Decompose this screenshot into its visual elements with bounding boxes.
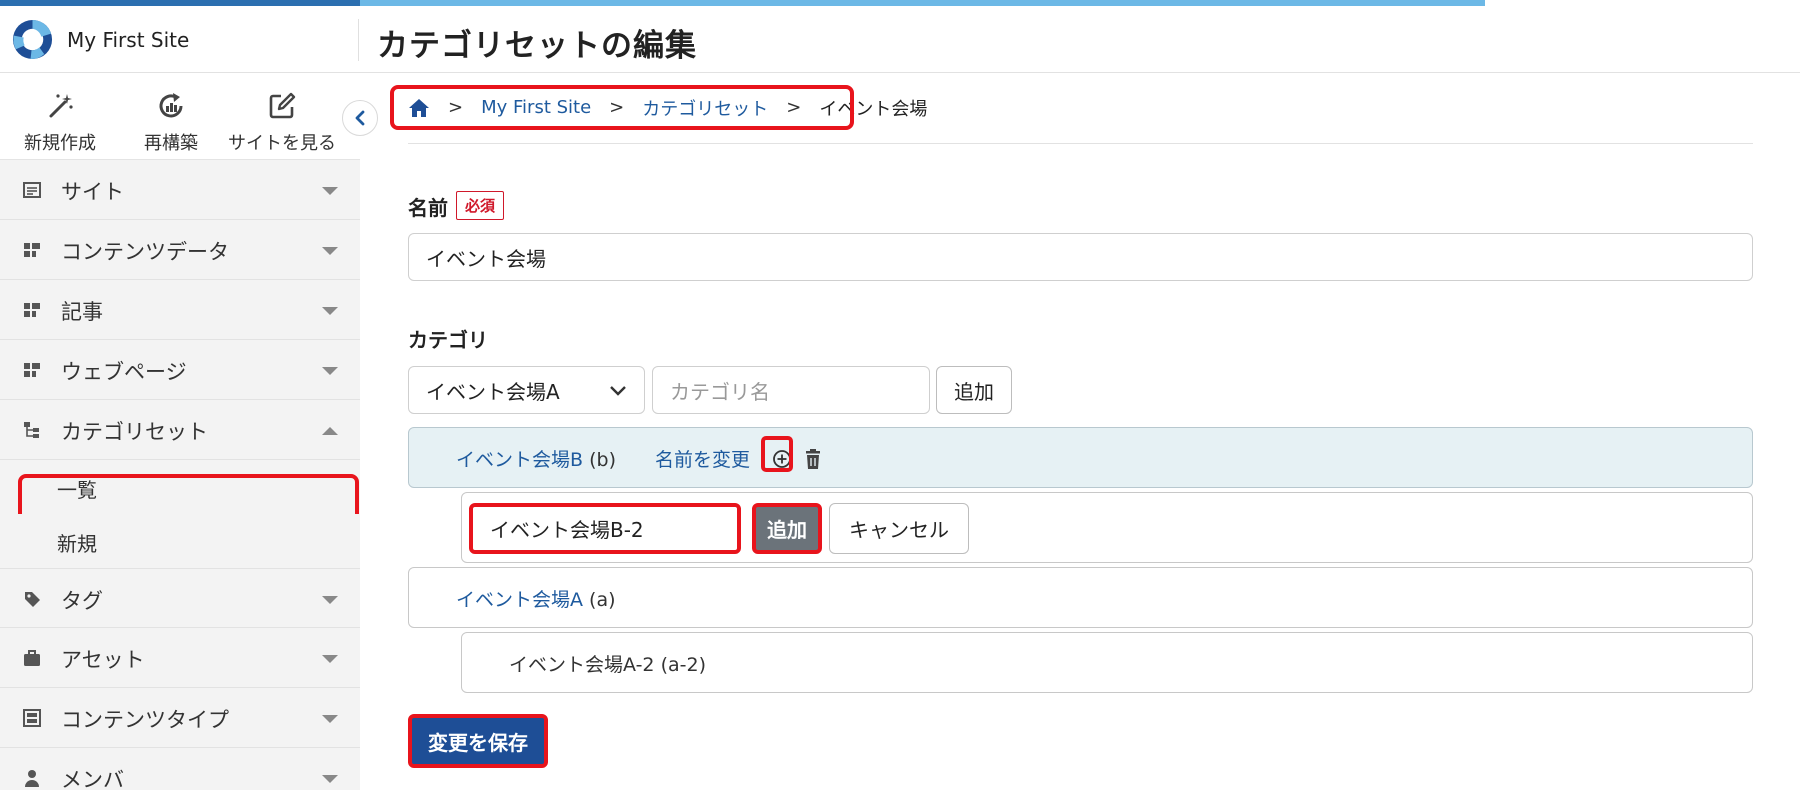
sidebar-item-tag[interactable]: タグ	[0, 568, 360, 628]
chevron-down-icon	[322, 247, 338, 255]
sidebar-item-member-label: メンバ	[61, 768, 124, 790]
chevron-down-icon	[610, 386, 626, 396]
entry-icon	[24, 303, 40, 317]
category-name-placeholder: カテゴリ名	[670, 379, 770, 404]
sidebar-item-tag-label: タグ	[61, 589, 103, 613]
content-type-icon	[23, 709, 41, 727]
category-a-link[interactable]: イベント会場A	[456, 589, 583, 611]
quick-action-new[interactable]: 新規作成	[5, 91, 115, 155]
category-a2-slug: (a-2)	[660, 654, 706, 676]
parent-category-select[interactable]: イベント会場A	[408, 366, 645, 414]
add-child-button[interactable]: 追加	[752, 503, 822, 554]
chevron-down-icon	[322, 596, 338, 604]
chevron-up-icon	[322, 427, 338, 435]
highlight-breadcrumb	[390, 85, 854, 130]
content-data-icon	[24, 243, 40, 257]
sidebar-item-webpage[interactable]: ウェブページ	[0, 340, 360, 400]
magic-wand-icon	[49, 94, 73, 118]
category-b-link[interactable]: イベント会場B	[456, 449, 583, 471]
top-progress-bar	[0, 0, 1800, 7]
header-divider	[358, 19, 359, 61]
name-input-value: イベント会場	[426, 246, 546, 271]
category-row-a2: イベント会場A-2 (a-2)	[461, 632, 1753, 693]
sidebar: 新規作成 再構築 サイトを見る サイト コンテンツデータ 記事 ウェブページ カ…	[0, 73, 360, 790]
trash-icon[interactable]	[803, 448, 823, 470]
chevron-left-icon	[355, 110, 365, 126]
quick-action-view-site-label: サイトを見る	[228, 133, 336, 154]
name-label: 名前	[408, 196, 448, 220]
chevron-down-icon	[322, 775, 338, 783]
sidebar-item-entry-label: 記事	[61, 300, 103, 324]
sidebar-item-site[interactable]: サイト	[0, 160, 360, 220]
tag-icon	[25, 592, 40, 607]
category-a2-label: イベント会場A-2	[509, 654, 655, 676]
collapse-sidebar-button[interactable]	[342, 100, 378, 136]
sidebar-item-content-type[interactable]: コンテンツタイプ	[0, 688, 360, 748]
sidebar-item-entry[interactable]: 記事	[0, 280, 360, 340]
sidebar-item-site-label: サイト	[61, 180, 124, 204]
view-site-icon	[269, 92, 296, 119]
submenu-item-new-label: 新規	[57, 532, 97, 556]
save-changes-button[interactable]: 変更を保存	[408, 714, 548, 768]
quick-action-new-label: 新規作成	[24, 133, 96, 154]
chevron-down-icon	[322, 655, 338, 663]
quick-action-rebuild[interactable]: 再構築	[116, 91, 226, 155]
chevron-down-icon	[322, 187, 338, 195]
add-category-button[interactable]: 追加	[936, 366, 1012, 414]
category-b-text: イベント会場B (b)	[456, 445, 616, 472]
header: My First Site カテゴリセットの編集	[0, 7, 1800, 73]
asset-icon	[24, 650, 40, 666]
submenu-item-new[interactable]: 新規	[0, 514, 360, 568]
quick-action-rebuild-label: 再構築	[144, 133, 198, 154]
new-child-category-input[interactable]: イベント会場B-2	[469, 503, 741, 554]
category-a-slug: (a)	[589, 589, 616, 611]
name-input[interactable]: イベント会場	[408, 233, 1753, 281]
sidebar-item-asset-label: アセット	[61, 648, 145, 672]
rebuild-icon	[159, 93, 183, 118]
progress-segment-primary	[0, 0, 360, 6]
sidebar-item-content-data[interactable]: コンテンツデータ	[0, 220, 360, 280]
divider	[408, 143, 1753, 144]
chevron-down-icon	[322, 367, 338, 375]
category-a-text: イベント会場A (a)	[456, 585, 616, 612]
sidebar-item-asset[interactable]: アセット	[0, 628, 360, 688]
chevron-down-icon	[322, 715, 338, 723]
sidebar-item-category-set[interactable]: カテゴリセット	[0, 400, 360, 460]
rename-link[interactable]: 名前を変更	[655, 449, 750, 471]
category-set-icon	[24, 422, 39, 438]
highlight-add-child	[761, 436, 793, 472]
site-icon	[23, 182, 41, 198]
sidebar-item-webpage-label: ウェブページ	[61, 360, 187, 384]
sidebar-item-category-set-label: カテゴリセット	[61, 420, 208, 444]
category-row-b: イベント会場B (b) 名前を変更	[408, 427, 1753, 488]
member-icon	[25, 770, 39, 787]
new-child-category-value: イベント会場B-2	[490, 518, 644, 542]
category-b-rename: 名前を変更	[655, 445, 750, 472]
quick-actions: 新規作成 再構築 サイトを見る	[0, 73, 360, 160]
site-name[interactable]: My First Site	[67, 28, 189, 52]
sidebar-item-member[interactable]: メンバ	[0, 748, 360, 790]
category-label: カテゴリ	[408, 328, 488, 352]
parent-category-select-value: イベント会場A	[426, 379, 560, 404]
cancel-button[interactable]: キャンセル	[829, 503, 969, 554]
sidebar-item-content-data-label: コンテンツデータ	[61, 240, 229, 264]
movable-type-logo-icon[interactable]	[11, 18, 54, 61]
required-badge: 必須	[456, 191, 505, 220]
sidebar-item-content-type-label: コンテンツタイプ	[61, 708, 229, 732]
chevron-down-icon	[322, 307, 338, 315]
webpage-icon	[24, 363, 40, 377]
main-content: > My First Site > カテゴリセット > イベント会場 名前 必須…	[378, 73, 1800, 790]
quick-action-view-site[interactable]: サイトを見る	[227, 91, 337, 155]
progress-segment-secondary	[360, 0, 1485, 6]
page-title: カテゴリセットの編集	[377, 28, 697, 64]
category-b-slug: (b)	[589, 449, 616, 471]
category-row-a: イベント会場A (a)	[408, 567, 1753, 628]
category-name-input[interactable]: カテゴリ名	[652, 366, 930, 414]
category-a2-text: イベント会場A-2 (a-2)	[509, 650, 706, 677]
